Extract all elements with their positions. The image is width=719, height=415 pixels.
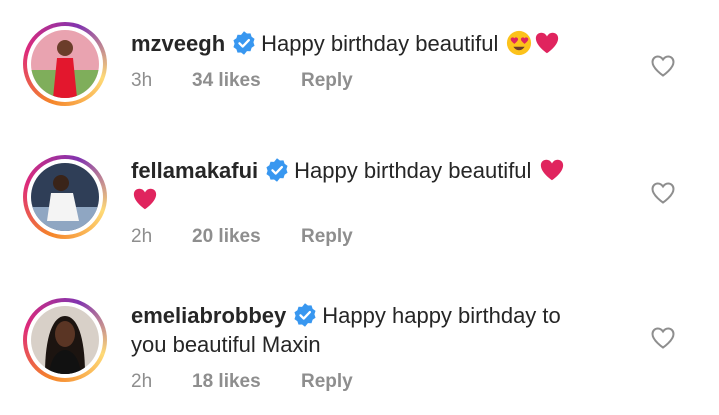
heart-eyes-emoji-icon bbox=[506, 30, 531, 56]
username[interactable]: emeliabrobbey bbox=[131, 303, 286, 328]
comment-time: 2h bbox=[131, 226, 153, 247]
avatar[interactable] bbox=[23, 155, 107, 239]
red-heart-emoji-icon bbox=[540, 159, 563, 181]
like-heart-icon[interactable] bbox=[650, 181, 676, 205]
like-heart-icon[interactable] bbox=[650, 54, 676, 78]
like-heart-icon[interactable] bbox=[650, 326, 676, 350]
username[interactable]: fellamakafui bbox=[131, 158, 258, 183]
comment-text: Happy birthday beautiful bbox=[294, 158, 532, 183]
likes-count[interactable]: 20 likes bbox=[192, 226, 261, 248]
comment-text: Happy birthday beautiful bbox=[261, 31, 499, 56]
comment-text: Happy happy birthday to bbox=[322, 303, 561, 328]
verified-badge-icon bbox=[266, 158, 288, 182]
verified-badge-icon bbox=[294, 303, 316, 327]
comment-time: 2h bbox=[131, 371, 153, 392]
avatar[interactable] bbox=[23, 22, 107, 106]
reply-button[interactable]: Reply bbox=[301, 70, 353, 92]
likes-count[interactable]: 18 likes bbox=[192, 371, 261, 393]
verified-badge-icon bbox=[233, 31, 255, 55]
comment-text-line2: you beautiful Maxin bbox=[131, 332, 321, 357]
red-heart-emoji-icon bbox=[133, 188, 157, 210]
reply-button[interactable]: Reply bbox=[301, 371, 353, 393]
red-heart-emoji-icon bbox=[535, 32, 558, 54]
comment-time: 3h bbox=[131, 70, 153, 91]
username[interactable]: mzveegh bbox=[131, 31, 225, 56]
avatar[interactable] bbox=[23, 298, 107, 382]
reply-button[interactable]: Reply bbox=[301, 226, 353, 248]
likes-count[interactable]: 34 likes bbox=[192, 70, 261, 92]
